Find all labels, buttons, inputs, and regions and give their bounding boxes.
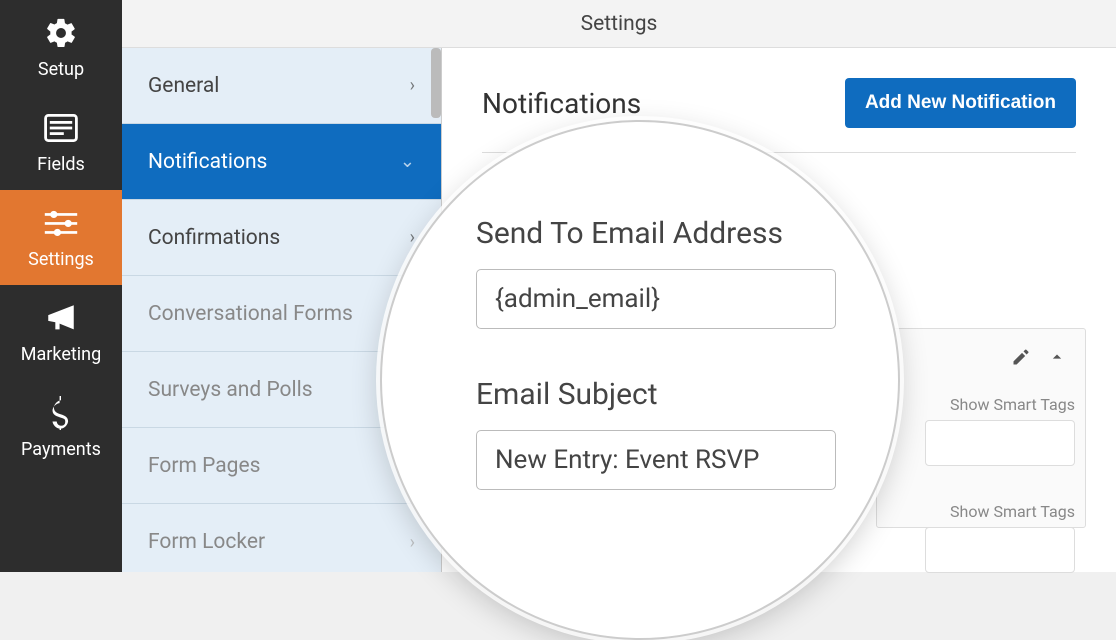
show-smart-tags-link[interactable]: Show Smart Tags bbox=[877, 377, 1085, 414]
input-outline[interactable] bbox=[925, 527, 1075, 573]
chevron-right-icon: › bbox=[410, 227, 415, 248]
chevron-right-icon: › bbox=[410, 75, 415, 96]
nav-item-setup[interactable]: Setup bbox=[0, 0, 122, 95]
email-subject-input[interactable]: New Entry: Event RSVP bbox=[476, 430, 836, 490]
nav-label: Payments bbox=[21, 439, 101, 460]
list-icon bbox=[43, 110, 79, 146]
nav-label: Fields bbox=[37, 154, 85, 175]
topbar-title: Settings bbox=[581, 12, 658, 36]
subnav-item-general[interactable]: General › bbox=[122, 48, 441, 124]
email-subject-label: Email Subject bbox=[476, 377, 838, 412]
topbar: Settings bbox=[122, 0, 1116, 48]
add-new-notification-button[interactable]: Add New Notification bbox=[845, 78, 1076, 128]
subnav-label: Confirmations bbox=[148, 226, 280, 250]
notification-card: Show Smart Tags Show Smart Tags bbox=[876, 328, 1086, 528]
subnav-label: Surveys and Polls bbox=[148, 378, 313, 402]
input-outline[interactable] bbox=[925, 420, 1075, 466]
send-to-value: {admin_email} bbox=[495, 284, 660, 314]
subnav-label: General bbox=[148, 74, 219, 98]
chevron-right-icon: › bbox=[410, 532, 415, 553]
subnav-item-notifications[interactable]: Notifications ⌄ bbox=[122, 124, 441, 200]
pencil-icon[interactable] bbox=[1011, 347, 1031, 367]
nav-item-settings[interactable]: Settings bbox=[0, 190, 122, 285]
megaphone-icon bbox=[43, 300, 79, 336]
dollar-icon bbox=[43, 395, 79, 431]
subnav-label: Form Locker bbox=[148, 530, 265, 554]
send-to-label: Send To Email Address bbox=[476, 216, 838, 251]
page-title: Notifications bbox=[482, 87, 641, 120]
gear-icon bbox=[43, 15, 79, 51]
subnav-label: Notifications bbox=[148, 150, 267, 174]
nav-item-fields[interactable]: Fields bbox=[0, 95, 122, 190]
subnav-item-confirmations[interactable]: Confirmations › bbox=[122, 200, 441, 276]
email-subject-value: New Entry: Event RSVP bbox=[495, 445, 759, 475]
show-smart-tags-link[interactable]: Show Smart Tags bbox=[877, 466, 1085, 521]
sliders-icon bbox=[43, 205, 79, 241]
subnav-label: Conversational Forms bbox=[148, 302, 353, 326]
chevron-up-icon[interactable] bbox=[1047, 347, 1067, 367]
nav-label: Settings bbox=[28, 249, 94, 270]
nav-item-marketing[interactable]: Marketing bbox=[0, 285, 122, 380]
nav-label: Setup bbox=[38, 59, 84, 80]
magnifier-overlay: Send To Email Address {admin_email} Emai… bbox=[380, 120, 900, 640]
send-to-input[interactable]: {admin_email} bbox=[476, 269, 836, 329]
subnav-label: Form Pages bbox=[148, 454, 260, 478]
primary-nav: Setup Fields Settings Marketing Payments bbox=[0, 0, 122, 572]
subnav-item-form-locker[interactable]: Form Locker › bbox=[122, 504, 441, 580]
nav-item-payments[interactable]: Payments bbox=[0, 380, 122, 475]
nav-label: Marketing bbox=[21, 344, 101, 365]
scrollbar[interactable] bbox=[431, 48, 441, 118]
chevron-down-icon: ⌄ bbox=[400, 151, 415, 172]
